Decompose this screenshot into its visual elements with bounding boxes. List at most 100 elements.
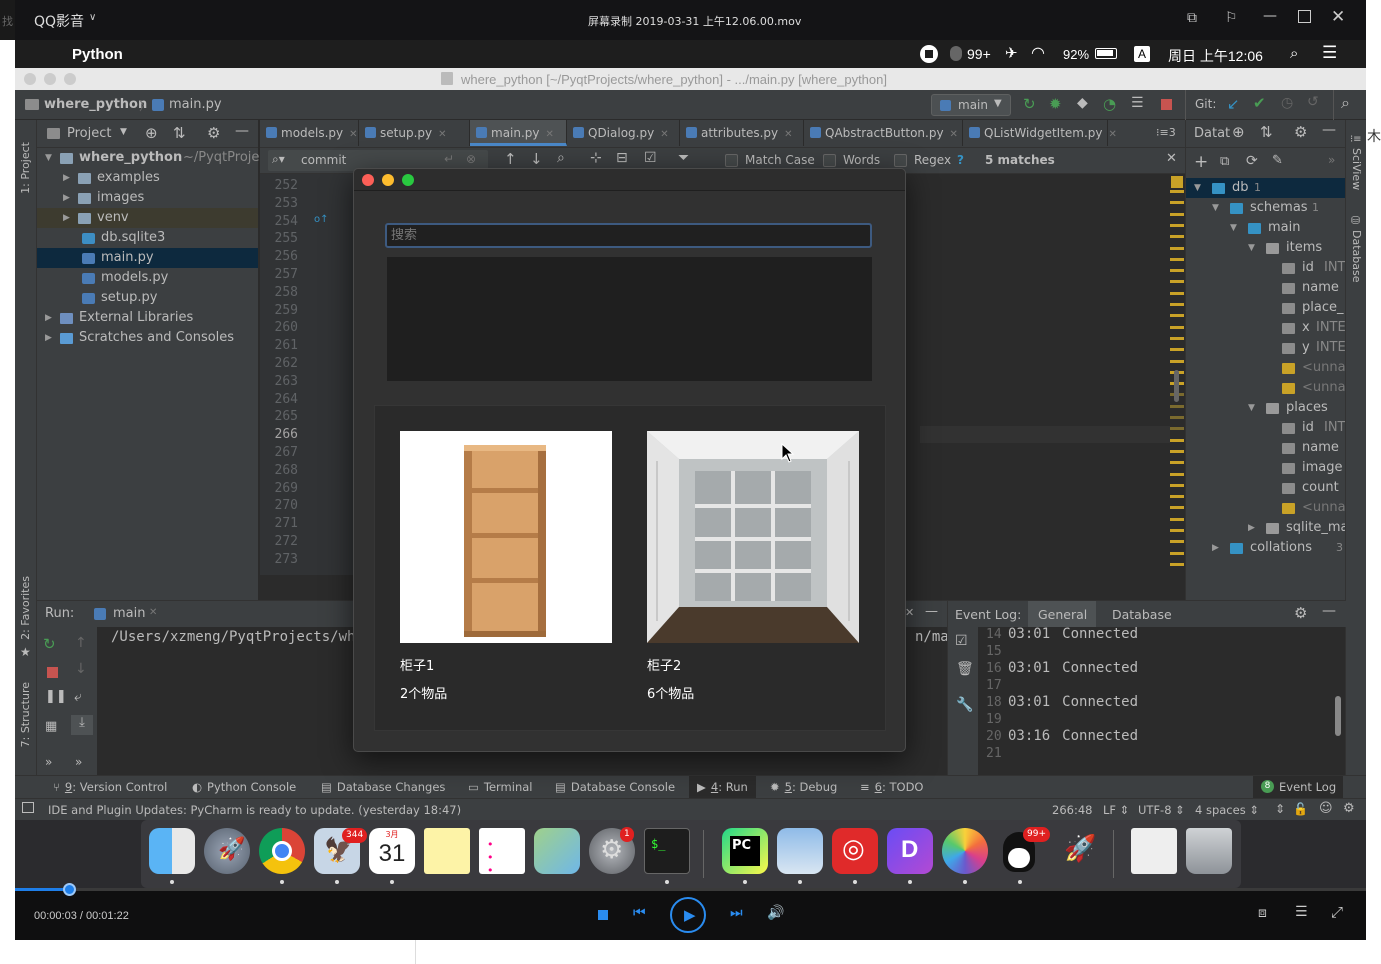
terminal-icon[interactable]: $_ (644, 828, 690, 874)
newline-icon[interactable]: ↵ (444, 152, 454, 166)
wifi-icon[interactable]: ◠ (1031, 43, 1045, 62)
match-marker[interactable] (1170, 269, 1184, 273)
close-tab-icon[interactable]: ✕ (546, 129, 554, 140)
launchpad-icon[interactable]: 🚀 (204, 828, 250, 874)
build-icon[interactable]: ☰ (1131, 95, 1144, 111)
notes-icon[interactable] (424, 828, 470, 874)
event-log-scrollbar[interactable] (1335, 696, 1341, 736)
tree-item[interactable]: setup.py (37, 288, 258, 308)
match-marker[interactable] (1170, 235, 1184, 239)
database-tree-item[interactable]: y INTE (1186, 338, 1346, 358)
stop-icon[interactable] (598, 910, 608, 920)
editor-tab[interactable]: QDialog.py ✕ (567, 120, 680, 146)
clear-icon[interactable]: ⊗ (466, 152, 476, 166)
breadcrumb-project[interactable]: where_python (44, 97, 147, 112)
editor-tab[interactable]: models.py ✕ (260, 120, 359, 146)
match-marker[interactable] (1170, 348, 1184, 352)
event-log-tab-database[interactable]: Database (1112, 607, 1172, 622)
screenshot-icon[interactable]: ⧉ (1187, 10, 1197, 26)
tree-item[interactable]: db.sqlite3 (37, 228, 258, 248)
menubar-clock[interactable]: 周日 上午12:06 (1168, 46, 1263, 66)
pin-icon[interactable]: ⚐ (1225, 10, 1238, 26)
tree-item[interactable]: models.py (37, 268, 258, 288)
editor-tab[interactable]: QListWidgetItem.py ✕ (963, 120, 1117, 146)
dialog-search-input[interactable] (385, 223, 872, 248)
filter-icon[interactable]: ⏷ (678, 150, 689, 166)
favorites-tool-tab[interactable]: 2: Favorites (19, 576, 32, 640)
database-tree-item[interactable]: ▼ items (1186, 238, 1346, 258)
match-marker[interactable] (1170, 223, 1184, 227)
close-run-tab-icon[interactable]: ✕ (149, 607, 157, 618)
close-tab-icon[interactable]: ✕ (1109, 129, 1117, 140)
coverage-icon[interactable]: ◆ (1077, 95, 1088, 111)
dropdown-arrow-icon[interactable]: ▼ (120, 127, 127, 137)
match-marker[interactable] (1170, 427, 1184, 431)
tool-window-button[interactable]: ✹ 5: Debug (770, 776, 837, 798)
select-all-icon[interactable]: ☑ (644, 150, 657, 166)
database-tree-item[interactable]: ▶ sqlite_ma (1186, 518, 1346, 538)
project-tool-tab[interactable]: 1: Project (19, 128, 32, 194)
profile-icon[interactable]: ◔ (1103, 95, 1116, 113)
seek-bar[interactable] (15, 888, 1366, 891)
screenshot-capture-icon[interactable]: ⧈ (1258, 905, 1267, 921)
cursor-position[interactable]: 266:48 (1052, 803, 1092, 817)
database-tree-item[interactable]: ▼ main (1186, 218, 1346, 238)
gear-icon[interactable]: ⚙ (1294, 123, 1307, 141)
soft-wrap-icon[interactable]: ⤶ (74, 689, 82, 705)
play-button[interactable]: ▶ (670, 897, 706, 933)
find-all-icon[interactable]: ⌕ (557, 150, 565, 166)
rerun-icon[interactable]: ↻ (43, 635, 56, 653)
chrome-icon[interactable] (259, 828, 305, 874)
debug-icon[interactable]: ✹ (1049, 95, 1062, 113)
dialog-zoom-button[interactable] (402, 174, 414, 186)
database-tree-item[interactable]: ▼ db 1 (1186, 178, 1346, 198)
wrench-icon[interactable]: 🔧 (956, 697, 973, 713)
tool-window-button[interactable]: ▤ Database Console (555, 776, 675, 798)
add-selection-icon[interactable]: ⊹ (590, 150, 602, 166)
structure-tool-tab[interactable]: 7: Structure (19, 682, 32, 747)
expand-arrow-icon[interactable]: ▶ (63, 208, 70, 228)
chevron-down-icon[interactable]: ∨ (89, 12, 96, 23)
tool-window-button[interactable]: ≡ 6: TODO (860, 776, 923, 798)
override-marker-icon[interactable]: o↑ (314, 214, 329, 225)
match-marker[interactable] (1170, 291, 1184, 295)
match-marker[interactable] (1170, 551, 1184, 555)
locate-icon[interactable]: ⊕ (1232, 123, 1245, 141)
fullscreen-icon[interactable]: ⤢ (1331, 903, 1343, 921)
database-tool-tab[interactable]: Database (1350, 230, 1363, 283)
refresh-icon[interactable]: ⟳ (1246, 153, 1258, 169)
match-marker[interactable] (1170, 461, 1184, 465)
close-tab-icon[interactable]: ✕ (349, 129, 357, 140)
reminders-icon[interactable]: • • • (479, 828, 525, 877)
gear-icon[interactable]: ⚙ (1294, 604, 1307, 622)
dialog-results-list[interactable] (387, 257, 872, 381)
up-icon[interactable]: ↑ (75, 635, 87, 651)
rollback-icon[interactable]: ↺ (1307, 94, 1319, 110)
match-marker[interactable] (1170, 359, 1184, 363)
warning-indicator[interactable] (1171, 176, 1183, 188)
collapse-icon[interactable]: ⇅ (173, 124, 186, 142)
tree-item[interactable]: ▶ images (37, 188, 258, 208)
database-tree-item[interactable]: ▶ collations 3 (1186, 538, 1346, 558)
match-marker[interactable] (1170, 336, 1184, 340)
prev-match-icon[interactable]: ↑ (504, 150, 517, 168)
maps-icon[interactable] (534, 828, 580, 874)
regex-help-icon[interactable]: ? (957, 153, 964, 167)
spotlight-icon[interactable]: ⌕ (1290, 44, 1298, 62)
close-tab-icon[interactable]: ✕ (438, 129, 446, 140)
cabinet-card-image[interactable] (647, 431, 859, 643)
status-message[interactable]: IDE and Plugin Updates: PyCharm is ready… (48, 803, 461, 817)
expand-arrow-icon[interactable]: ▼ (1248, 238, 1255, 258)
match-marker[interactable] (1170, 257, 1184, 261)
sciview-tool-tab[interactable]: SciView (1350, 148, 1363, 190)
close-tab-icon[interactable]: ✕ (784, 129, 792, 140)
close-tab-icon[interactable]: ✕ (950, 129, 958, 140)
editor-scrollbar-thumb[interactable] (1174, 370, 1179, 402)
match-marker[interactable] (1170, 517, 1184, 521)
locate-icon[interactable]: ⊕ (145, 124, 158, 142)
trash-icon[interactable] (1186, 828, 1232, 874)
close-tab-icon[interactable]: ✕ (660, 129, 668, 140)
record-icon[interactable] (920, 45, 938, 63)
airplane-icon[interactable]: ✈ (1005, 44, 1018, 62)
database-tree-item[interactable]: image (1186, 458, 1346, 478)
